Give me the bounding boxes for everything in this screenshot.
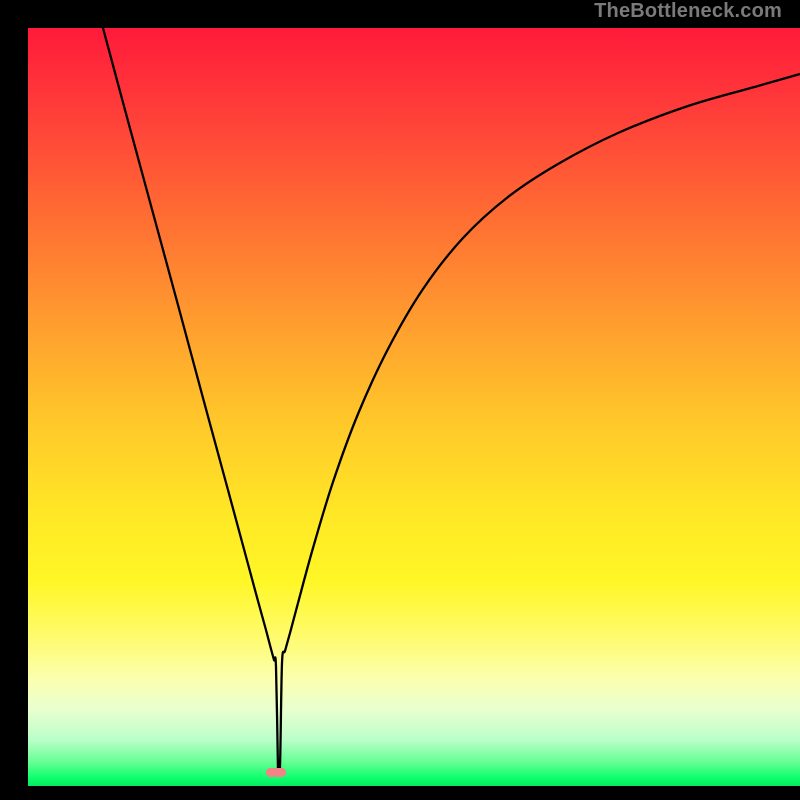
bottleneck-curve [103, 28, 800, 775]
chart-frame [14, 14, 786, 786]
plot-area [28, 28, 800, 786]
optimal-marker [266, 768, 286, 777]
curve-svg [28, 28, 800, 786]
watermark-text: TheBottleneck.com [594, 0, 782, 23]
